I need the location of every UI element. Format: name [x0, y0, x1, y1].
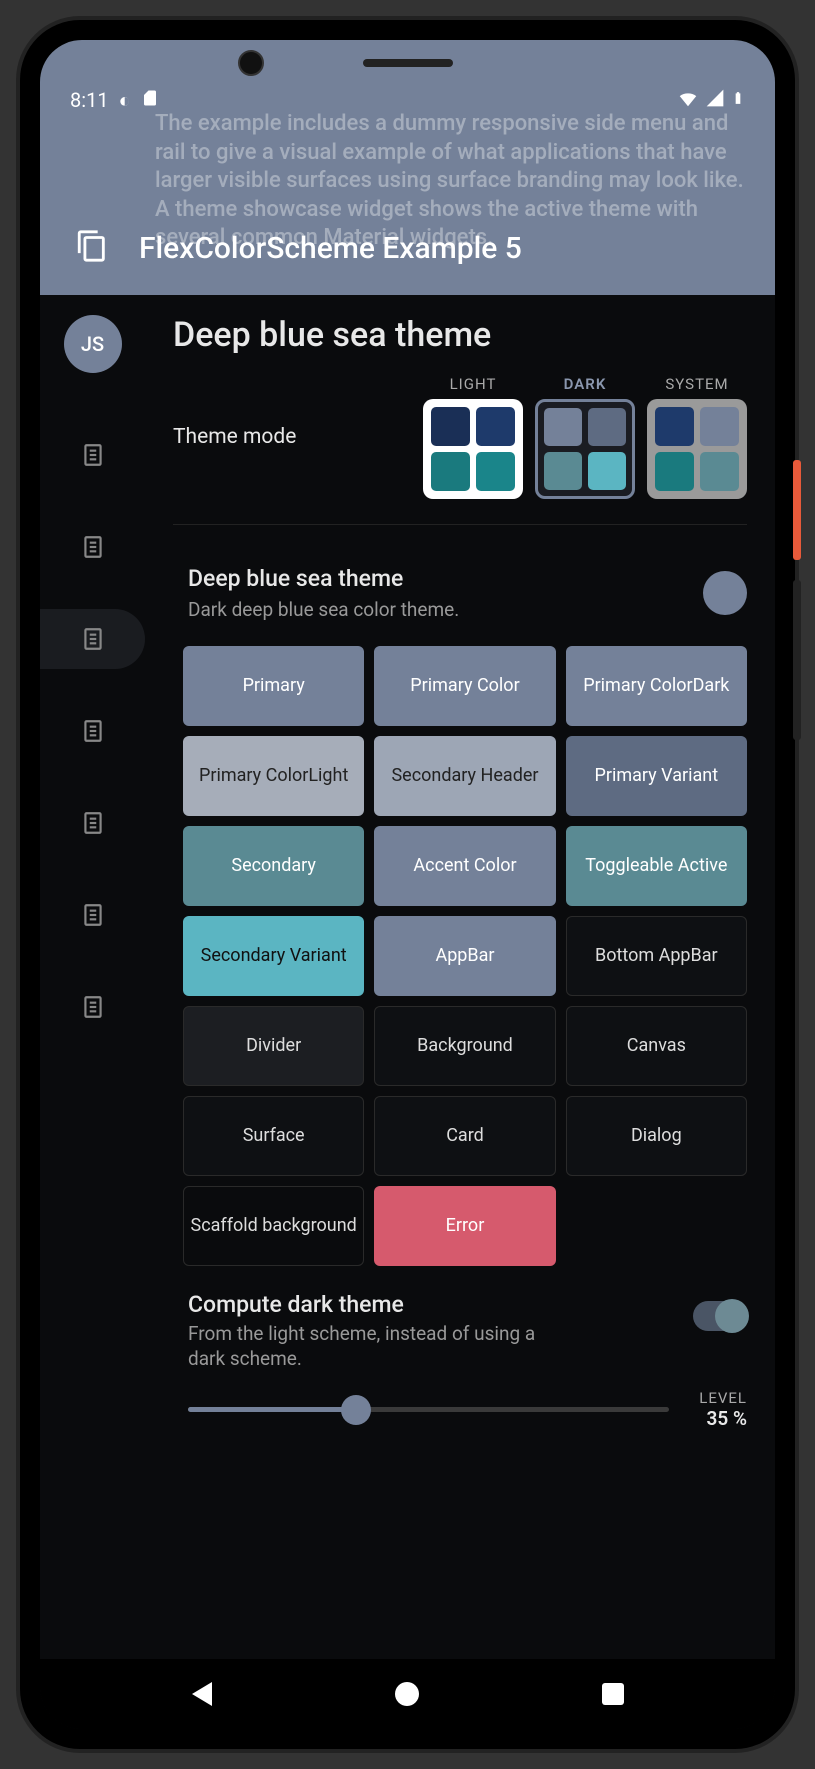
compute-subtitle: From the light scheme, instead of using … [188, 1322, 538, 1371]
theme-mode-dark[interactable]: DARK [535, 375, 635, 499]
color-tile-divider[interactable]: Divider [183, 1006, 364, 1086]
theme-title: Deep blue sea theme [188, 565, 459, 592]
theme-mode-label-system: SYSTEM [665, 375, 728, 393]
avatar[interactable]: JS [64, 315, 122, 373]
color-tile-secondary-header[interactable]: Secondary Header [374, 736, 555, 816]
color-tile-card[interactable]: Card [374, 1096, 555, 1176]
color-tile-primary-variant[interactable]: Primary Variant [566, 736, 747, 816]
phone-notch [298, 52, 518, 74]
swatch-dark [535, 399, 635, 499]
color-tile-secondary-variant[interactable]: Secondary Variant [183, 916, 364, 996]
rail-item-1[interactable] [40, 517, 145, 577]
nav-back-icon[interactable] [192, 1682, 212, 1706]
level-value: 35 % [699, 1407, 747, 1430]
color-tile-secondary[interactable]: Secondary [183, 826, 364, 906]
color-tile-bottom-appbar[interactable]: Bottom AppBar [566, 916, 747, 996]
volume-button[interactable] [793, 580, 801, 740]
color-tile-toggleable-active[interactable]: Toggleable Active [566, 826, 747, 906]
battery-icon [731, 87, 745, 114]
signal-icon [705, 88, 725, 113]
nav-home-icon[interactable] [395, 1682, 419, 1706]
color-tile-scaffold-background[interactable]: Scaffold background [183, 1186, 364, 1266]
swatch-light [423, 399, 523, 499]
color-tile-background[interactable]: Background [374, 1006, 555, 1086]
sd-card-icon [141, 88, 159, 112]
rail-item-0[interactable] [40, 425, 145, 485]
nav-recent-icon[interactable] [602, 1683, 624, 1705]
color-tile-appbar[interactable]: AppBar [374, 916, 555, 996]
theme-mode-light[interactable]: LIGHT [423, 375, 523, 499]
status-time: 8:11 [70, 88, 109, 112]
app-bar: The example includes a dummy responsive … [40, 40, 775, 295]
theme-subtitle: Dark deep blue sea color theme. [188, 598, 459, 621]
page-title: Deep blue sea theme [173, 315, 747, 355]
color-tile-primary[interactable]: Primary [183, 646, 364, 726]
wifi-icon [677, 87, 699, 114]
rail-item-4[interactable] [40, 793, 145, 853]
color-tile-dialog[interactable]: Dialog [566, 1096, 747, 1176]
color-tile-canvas[interactable]: Canvas [566, 1006, 747, 1086]
theme-mode-system[interactable]: SYSTEM [647, 375, 747, 499]
theme-mode-label: Theme mode [173, 425, 296, 449]
color-tile-primary-color[interactable]: Primary Color [374, 646, 555, 726]
color-tile-primary-colordark[interactable]: Primary ColorDark [566, 646, 747, 726]
level-label: LEVEL [699, 1389, 747, 1407]
compute-title: Compute dark theme [188, 1291, 538, 1318]
rail-item-5[interactable] [40, 885, 145, 945]
color-tile-accent-color[interactable]: Accent Color [374, 826, 555, 906]
color-tile-surface[interactable]: Surface [183, 1096, 364, 1176]
compute-switch[interactable] [693, 1301, 747, 1331]
level-slider[interactable] [188, 1390, 669, 1430]
rail-item-3[interactable] [40, 701, 145, 761]
copy-icon[interactable] [75, 229, 109, 267]
theme-color-dot[interactable] [703, 571, 747, 615]
rail-item-2[interactable] [40, 609, 145, 669]
theme-mode-label-dark: DARK [564, 375, 607, 393]
swatch-system [647, 399, 747, 499]
theme-mode-label-light: LIGHT [450, 375, 497, 393]
rail-item-6[interactable] [40, 977, 145, 1037]
appbar-title: FlexColorScheme Example 5 [139, 231, 522, 266]
navigation-rail: JS [40, 295, 145, 1659]
power-button[interactable] [793, 460, 801, 560]
status-bar: 8:11 ◐ [40, 80, 775, 120]
status-icon-1: ◐ [119, 88, 131, 113]
color-tile-primary-colorlight[interactable]: Primary ColorLight [183, 736, 364, 816]
color-tile-error[interactable]: Error [374, 1186, 555, 1266]
android-nav-bar [40, 1659, 775, 1729]
